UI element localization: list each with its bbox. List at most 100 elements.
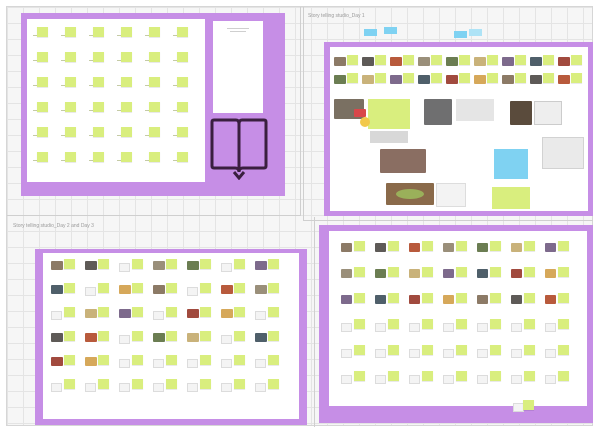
story-sticky[interactable] — [200, 307, 211, 317]
story-sticky[interactable] — [64, 283, 75, 293]
calendar-sticky[interactable] — [37, 77, 48, 87]
calendar-sticky[interactable] — [65, 127, 76, 137]
calendar-sticky[interactable] — [149, 102, 160, 112]
story-photo[interactable] — [511, 295, 522, 304]
story-sticky[interactable] — [456, 371, 467, 381]
story-card[interactable] — [477, 375, 488, 384]
story-photo[interactable] — [502, 75, 514, 84]
story-photo[interactable] — [396, 189, 424, 199]
calendar-sticky[interactable] — [121, 102, 132, 112]
story-card[interactable] — [85, 287, 96, 296]
story-photo[interactable] — [446, 75, 458, 84]
story-sticky[interactable] — [354, 345, 365, 355]
story-sticky[interactable] — [268, 331, 279, 341]
story-photo[interactable] — [375, 243, 386, 252]
story-card[interactable] — [119, 383, 130, 392]
story-sticky[interactable] — [515, 55, 526, 65]
calendar-sticky[interactable] — [37, 102, 48, 112]
story-sticky[interactable] — [558, 345, 569, 355]
story-photo[interactable] — [375, 269, 386, 278]
calendar-sticky[interactable] — [93, 77, 104, 87]
story-card[interactable] — [51, 383, 62, 392]
story-card[interactable] — [511, 375, 522, 384]
calendar-sticky[interactable] — [65, 77, 76, 87]
story-sticky[interactable] — [558, 267, 569, 277]
story-sticky[interactable] — [515, 73, 526, 83]
calendar-sticky[interactable] — [149, 127, 160, 137]
calendar-sticky[interactable] — [121, 52, 132, 62]
story-photo[interactable] — [545, 295, 556, 304]
story-sticky[interactable] — [422, 371, 433, 381]
story-photo[interactable] — [334, 57, 346, 66]
story-photo[interactable] — [255, 261, 267, 270]
calendar-sticky[interactable] — [93, 127, 104, 137]
story-sticky[interactable] — [524, 241, 535, 251]
story-sticky[interactable] — [571, 55, 582, 65]
story-photo[interactable] — [119, 309, 131, 318]
frame-day2-3-board[interactable]: Story telling studio_Day 2 and Day 3 — [7, 217, 315, 427]
story-card[interactable] — [477, 323, 488, 332]
story-card[interactable] — [341, 323, 352, 332]
story-sticky[interactable] — [490, 267, 501, 277]
story-photo[interactable] — [362, 57, 374, 66]
story-photo[interactable] — [360, 117, 370, 127]
story-card[interactable] — [255, 311, 266, 320]
story-sticky[interactable] — [524, 371, 535, 381]
story-sticky[interactable] — [98, 307, 109, 317]
story-sticky[interactable] — [234, 331, 245, 341]
story-card[interactable] — [341, 349, 352, 358]
calendar-sticky[interactable] — [37, 52, 48, 62]
story-sticky[interactable] — [166, 259, 177, 269]
story-card[interactable] — [119, 359, 130, 368]
story-sticky[interactable] — [268, 307, 279, 317]
calendar-sticky[interactable] — [37, 152, 48, 162]
story-photo[interactable] — [375, 295, 386, 304]
story-sticky[interactable] — [388, 345, 399, 355]
story-photo[interactable] — [443, 269, 454, 278]
story-photo[interactable] — [409, 295, 420, 304]
story-photo[interactable] — [502, 57, 514, 66]
story-card[interactable] — [375, 349, 386, 358]
story-photo[interactable] — [418, 57, 430, 66]
story-photo[interactable] — [390, 75, 402, 84]
story-card[interactable] — [119, 335, 130, 344]
story-sticky[interactable] — [558, 371, 569, 381]
story-photo[interactable] — [443, 295, 454, 304]
calendar-sticky[interactable] — [93, 52, 104, 62]
story-photo[interactable] — [341, 269, 352, 278]
story-sticky[interactable] — [431, 55, 442, 65]
story-card[interactable] — [187, 383, 198, 392]
story-photo[interactable] — [443, 243, 454, 252]
story-sticky[interactable] — [98, 331, 109, 341]
story-card[interactable] — [409, 349, 420, 358]
story-sticky[interactable] — [354, 293, 365, 303]
story-sticky[interactable] — [388, 267, 399, 277]
story-photo[interactable] — [334, 75, 346, 84]
calendar-sticky[interactable] — [93, 27, 104, 37]
story-photo[interactable] — [510, 101, 532, 125]
story-card[interactable] — [153, 359, 164, 368]
story-sticky[interactable] — [166, 379, 177, 389]
story-photo[interactable] — [85, 333, 97, 342]
story-card[interactable] — [119, 263, 130, 272]
story-card[interactable] — [187, 359, 198, 368]
story-sticky[interactable] — [524, 345, 535, 355]
story-sticky[interactable] — [456, 345, 467, 355]
story-photo[interactable] — [545, 243, 556, 252]
story-photo[interactable] — [558, 75, 570, 84]
story-sticky[interactable] — [347, 55, 358, 65]
blue-sticky[interactable] — [469, 29, 482, 36]
calendar-sticky[interactable] — [121, 77, 132, 87]
calendar-sticky[interactable] — [177, 127, 188, 137]
calendar-sticky[interactable] — [121, 152, 132, 162]
frame-calendar-board[interactable] — [7, 7, 301, 216]
story-card[interactable] — [375, 375, 386, 384]
story-sticky[interactable] — [200, 355, 211, 365]
story-card[interactable] — [443, 323, 454, 332]
story-sticky[interactable] — [200, 379, 211, 389]
story-sticky[interactable] — [268, 355, 279, 365]
story-photo[interactable] — [153, 333, 165, 342]
calendar-sticky[interactable] — [177, 152, 188, 162]
calendar-sticky[interactable] — [93, 152, 104, 162]
story-photo[interactable] — [153, 285, 165, 294]
